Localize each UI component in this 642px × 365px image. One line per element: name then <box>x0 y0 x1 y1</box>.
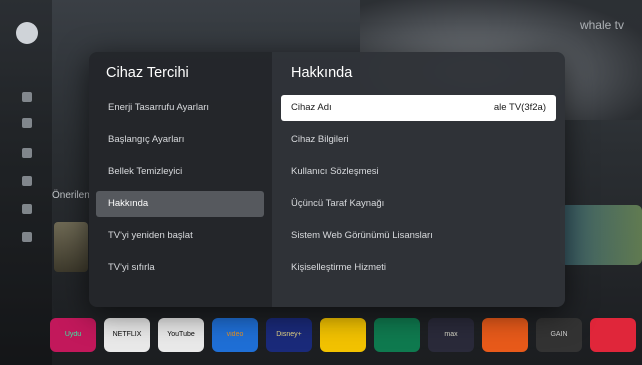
app-tile-label: video <box>226 331 244 338</box>
menu-item-label: Kişiselleştirme Hizmeti <box>291 262 387 273</box>
store-icon[interactable] <box>22 176 32 186</box>
app-tile-label: YouTube <box>167 331 195 338</box>
app-tile[interactable]: YouTube <box>158 318 204 352</box>
menu-item-label: Bellek Temizleyici <box>108 166 183 177</box>
side-rail <box>0 0 52 365</box>
app-tile[interactable] <box>374 318 420 352</box>
menu-item-label: Hakkında <box>108 198 149 209</box>
menu-item-reset-tv[interactable]: TV'yi sıfırla <box>96 255 264 281</box>
right-menu: Cihaz Adı ale TV(3f2a) Cihaz Bilgileri K… <box>272 95 565 287</box>
brand-logo: whale tv <box>579 18 624 32</box>
app-tile-label: max <box>444 331 458 338</box>
menu-item-label: Cihaz Adı <box>291 102 332 113</box>
settings-icon[interactable] <box>22 232 32 242</box>
apps-icon[interactable] <box>22 204 32 214</box>
panel-title: Hakkında <box>291 65 353 81</box>
app-tile-label: Disney+ <box>276 331 302 338</box>
app-tile[interactable] <box>320 318 366 352</box>
section-label: Önerilen <box>52 190 90 201</box>
menu-item-restart-tv[interactable]: TV'yi yeniden başlat <box>96 223 264 249</box>
tv-home-screen: whale tv Önerilen Uydu NETFLIX YouTube vide… <box>0 0 642 365</box>
app-tile[interactable]: video <box>212 318 258 352</box>
app-tile-label: NETFLIX <box>112 331 142 338</box>
home-icon[interactable] <box>22 118 32 128</box>
panel-title: Cihaz Tercihi <box>106 65 189 81</box>
profile-avatar[interactable] <box>16 22 38 44</box>
menu-item-energy-saving[interactable]: Enerji Tasarrufu Ayarları <box>96 95 264 121</box>
menu-item-label: Cihaz Bilgileri <box>291 134 349 145</box>
device-preferences-dialog: Cihaz Tercihi Enerji Tasarrufu Ayarları … <box>89 52 565 307</box>
menu-item-label: Üçüncü Taraf Kaynağı <box>291 198 385 209</box>
app-tile[interactable]: max <box>428 318 474 352</box>
menu-item-about[interactable]: Hakkında <box>96 191 264 217</box>
menu-item-label: TV'yi yeniden başlat <box>108 230 193 241</box>
menu-item-label: Enerji Tasarrufu Ayarları <box>108 102 210 113</box>
left-menu: Enerji Tasarrufu Ayarları Başlangıç Ayar… <box>89 95 272 287</box>
menu-item-label: Sistem Web Görünümü Lisansları <box>291 230 433 241</box>
app-tile[interactable]: GAIN <box>536 318 582 352</box>
menu-item-label: Kullanıcı Sözleşmesi <box>291 166 379 177</box>
right-panel: Hakkında Cihaz Adı ale TV(3f2a) Cihaz Bi… <box>272 52 565 307</box>
menu-item-label: Başlangıç Ayarları <box>108 134 185 145</box>
app-tile[interactable]: Uydu <box>50 318 96 352</box>
menu-item-startup-settings[interactable]: Başlangıç Ayarları <box>96 127 264 153</box>
content-strip[interactable] <box>560 205 642 265</box>
device-name-value: ale TV(3f2a) <box>493 102 546 113</box>
menu-item-personalization-service[interactable]: Kişiselleştirme Hizmeti <box>281 255 556 281</box>
app-tile-label: Uydu <box>64 331 82 338</box>
search-icon[interactable] <box>22 92 32 102</box>
app-tile[interactable] <box>590 318 636 352</box>
app-tile[interactable]: NETFLIX <box>104 318 150 352</box>
left-panel: Cihaz Tercihi Enerji Tasarrufu Ayarları … <box>89 52 272 307</box>
menu-item-device-info[interactable]: Cihaz Bilgileri <box>281 127 556 153</box>
app-tile[interactable]: Disney+ <box>266 318 312 352</box>
app-row: Uydu NETFLIX YouTube video Disney+ max GAIN <box>50 318 636 352</box>
menu-item-device-name[interactable]: Cihaz Adı ale TV(3f2a) <box>281 95 556 121</box>
app-tile-label: GAIN <box>550 331 568 338</box>
menu-item-user-agreement[interactable]: Kullanıcı Sözleşmesi <box>281 159 556 185</box>
menu-item-third-party-resources[interactable]: Üçüncü Taraf Kaynağı <box>281 191 556 217</box>
app-tile[interactable] <box>482 318 528 352</box>
tv-icon[interactable] <box>22 148 32 158</box>
thumbnail[interactable] <box>54 222 88 272</box>
menu-item-memory-cleaner[interactable]: Bellek Temizleyici <box>96 159 264 185</box>
menu-item-label: TV'yi sıfırla <box>108 262 155 273</box>
menu-item-webview-licenses[interactable]: Sistem Web Görünümü Lisansları <box>281 223 556 249</box>
